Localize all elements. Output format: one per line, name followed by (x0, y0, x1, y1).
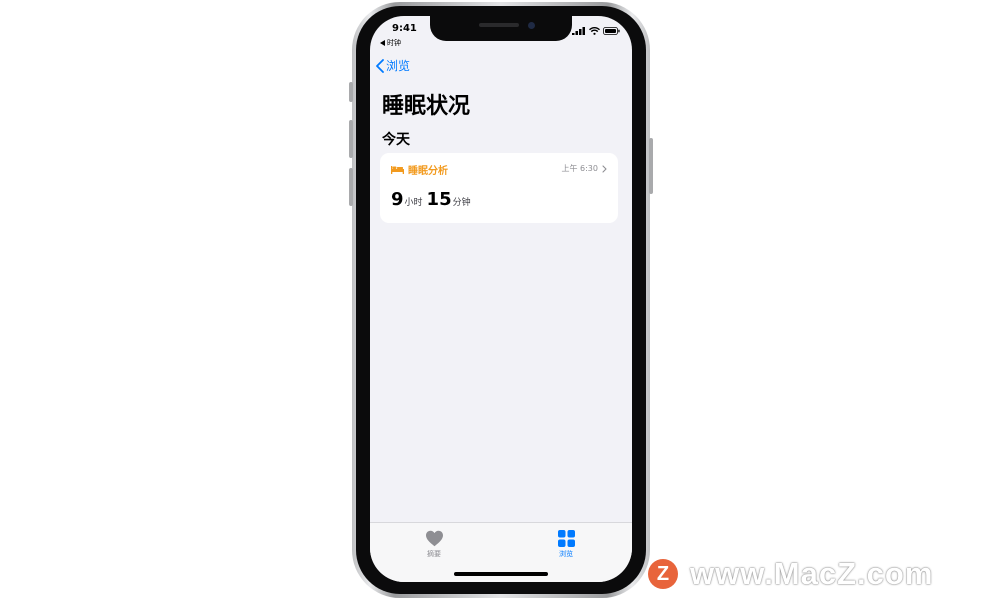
card-time-label: 上午 6:30 (561, 164, 598, 173)
front-camera (528, 22, 535, 29)
back-app-label: 时钟 (387, 39, 401, 47)
nav-back-button[interactable]: 浏览 (376, 57, 410, 74)
power-button (649, 138, 653, 194)
site-watermark: Z www.MacZ.com (648, 556, 933, 592)
wifi-icon (589, 27, 600, 35)
watermark-logo: Z (648, 559, 678, 589)
sleep-minutes-value: 15 (426, 189, 452, 210)
volume-up-button (349, 120, 353, 158)
status-time: 9:41 (392, 23, 417, 34)
heart-icon (425, 530, 443, 547)
home-indicator[interactable] (454, 572, 548, 576)
chevron-right-icon (602, 164, 607, 173)
speaker-grille (479, 23, 519, 27)
tab-bar: 摘要 浏览 (370, 522, 632, 582)
back-triangle-icon (380, 40, 385, 46)
card-timestamp: 上午 6:30 (561, 163, 607, 174)
card-title: 睡眠分析 (408, 166, 448, 177)
page-title: 睡眠状况 (382, 94, 471, 119)
tab-summary[interactable]: 摘要 (404, 530, 464, 559)
sleep-duration: 9 小时 15 分钟 (391, 189, 475, 210)
chevron-left-icon (376, 58, 384, 73)
back-to-app-link[interactable]: 时钟 (380, 38, 401, 48)
nav-back-label: 浏览 (386, 59, 411, 73)
screen: 9:41 时钟 浏览 睡眠状况 今天 睡眠分析 上午 6:30 9 小时 15 … (370, 16, 632, 582)
notch (430, 16, 572, 41)
grid-icon (557, 530, 575, 547)
watermark-text: www.MacZ.com (690, 556, 934, 591)
section-title-today: 今天 (382, 132, 410, 148)
sleep-hours-unit: 小时 (404, 198, 423, 208)
status-icons (572, 27, 620, 35)
battery-icon (603, 27, 620, 35)
tab-browse[interactable]: 浏览 (536, 530, 596, 559)
bed-icon (391, 166, 404, 174)
sleep-minutes-unit: 分钟 (452, 198, 471, 208)
sleep-analysis-card[interactable]: 睡眠分析 上午 6:30 9 小时 15 分钟 (380, 153, 618, 223)
sleep-hours-value: 9 (391, 189, 404, 210)
tab-browse-label: 浏览 (559, 550, 573, 558)
volume-down-button (349, 168, 353, 206)
tab-summary-label: 摘要 (427, 550, 441, 558)
card-header: 睡眠分析 (391, 162, 448, 177)
silent-switch (349, 82, 353, 102)
phone-frame: 9:41 时钟 浏览 睡眠状况 今天 睡眠分析 上午 6:30 9 小时 15 … (349, 2, 653, 598)
signal-icon (572, 27, 585, 35)
